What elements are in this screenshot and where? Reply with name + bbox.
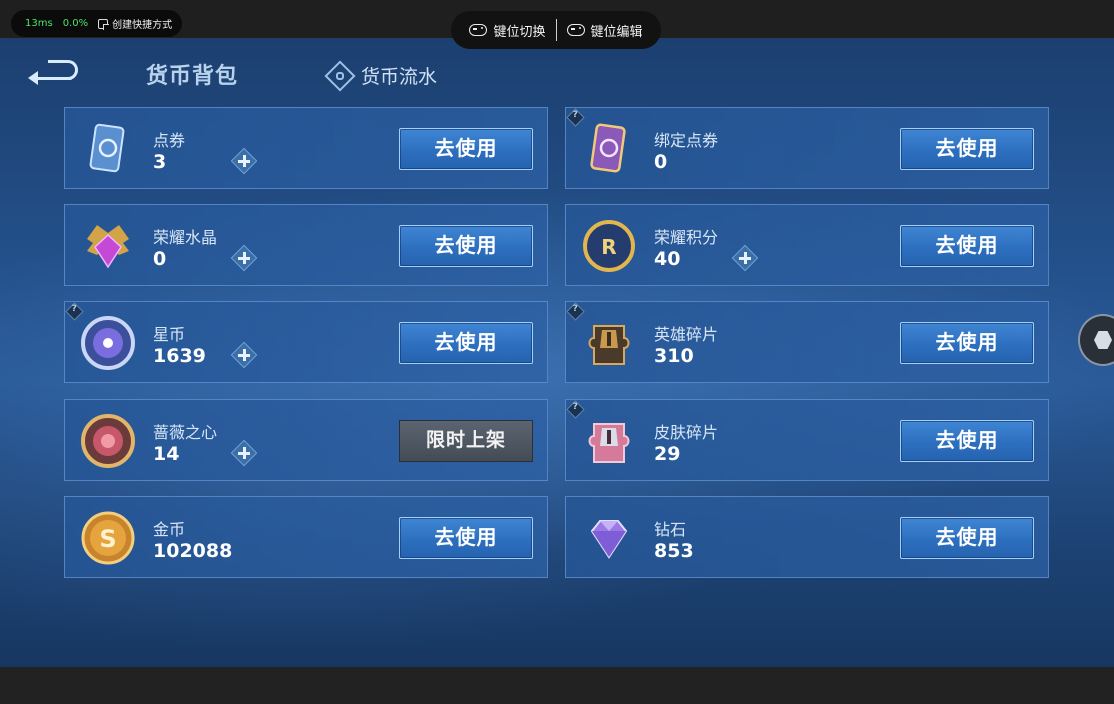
currency-card: 荣耀水晶 0 去使用: [64, 204, 548, 286]
key-edit-label: 键位编辑: [590, 24, 643, 40]
currency-name: 钻石: [654, 520, 687, 539]
back-button[interactable]: [28, 60, 86, 86]
currency-name: 星币: [153, 325, 186, 344]
side-settings-button[interactable]: [1078, 314, 1114, 366]
currency-amount: 40: [654, 248, 681, 270]
currency-card: ? 绑定点券 0 去使用: [565, 107, 1049, 189]
star-coin-icon: [79, 314, 137, 372]
currency-name: 皮肤碎片: [654, 423, 719, 442]
latency-readout: 13ms: [25, 18, 53, 29]
currency-amount: 0: [654, 151, 668, 173]
currency-amount: 29: [654, 443, 681, 465]
glory-points-icon: R: [580, 217, 638, 275]
diamond-icon: [580, 509, 638, 567]
currency-name: 绑定点券: [654, 131, 719, 150]
use-button[interactable]: 去使用: [399, 517, 533, 559]
use-button[interactable]: 去使用: [900, 420, 1034, 462]
coupon-card-icon: [79, 120, 137, 178]
currency-name: 蔷薇之心: [153, 423, 218, 442]
add-currency-button[interactable]: [230, 244, 258, 272]
emulator-bottom-bar: [0, 667, 1114, 704]
bound-coupon-card-icon: [580, 120, 638, 178]
create-shortcut-button[interactable]: 创建快捷方式: [98, 16, 172, 31]
tab-currency-backpack[interactable]: 货币背包: [146, 58, 238, 90]
currency-card: 钻石 853 去使用: [565, 496, 1049, 578]
currency-amount: 0: [153, 248, 167, 270]
key-switch-label: 键位切换: [493, 24, 546, 40]
limited-time-button[interactable]: 限时上架: [399, 420, 533, 462]
game-screen: 货币背包 货币流水 点券 3 去使用? 绑定点券 0 去使用 荣耀水晶 0 去使用 R 荣耀积分 40…: [0, 38, 1114, 667]
tab-currency-flow-label: 货币流水: [361, 66, 438, 88]
currency-name: 金币: [153, 520, 186, 539]
keymap-toolbar: 键位切换 键位编辑: [451, 11, 661, 49]
currency-amount: 1639: [153, 345, 206, 367]
use-button[interactable]: 去使用: [399, 322, 533, 364]
use-button[interactable]: 去使用: [900, 322, 1034, 364]
currency-card: 点券 3 去使用: [64, 107, 548, 189]
currency-amount: 3: [153, 151, 167, 173]
packet-loss-readout: 0.0%: [62, 18, 89, 29]
gamepad-icon: [566, 24, 585, 36]
currency-name: 荣耀水晶: [153, 228, 218, 247]
currency-card: S 金币 102088 去使用: [64, 496, 548, 578]
create-shortcut-label: 创建快捷方式: [112, 20, 173, 31]
hero-fragment-icon: [580, 314, 638, 372]
performance-indicator: 13ms 0.0% 创建快捷方式: [11, 10, 183, 37]
currency-flow-icon: [324, 59, 356, 92]
glory-crystal-icon: [79, 217, 137, 275]
currency-card: ? 星币 1639 去使用: [64, 301, 548, 383]
currency-amount: 853: [654, 540, 694, 562]
use-button[interactable]: 去使用: [900, 128, 1034, 170]
key-edit-button[interactable]: 键位编辑: [557, 21, 653, 40]
currency-card: ? 皮肤碎片 29 去使用: [565, 399, 1049, 481]
use-button[interactable]: 去使用: [900, 225, 1034, 267]
currency-amount: 14: [153, 443, 180, 465]
key-switch-button[interactable]: 键位切换: [459, 21, 555, 40]
gamepad-icon: [469, 24, 488, 36]
gold-coin-icon: S: [79, 509, 137, 567]
add-currency-button[interactable]: [230, 147, 258, 175]
tab-currency-flow[interactable]: 货币流水: [324, 59, 438, 92]
currency-amount: 310: [654, 345, 694, 367]
add-currency-button[interactable]: [230, 341, 258, 369]
svg-text:R: R: [601, 235, 616, 259]
svg-text:S: S: [99, 525, 116, 553]
use-button[interactable]: 去使用: [399, 128, 533, 170]
currency-card: R 荣耀积分 40 去使用: [565, 204, 1049, 286]
hexagon-icon: [1094, 331, 1112, 349]
add-currency-button[interactable]: [731, 244, 759, 272]
add-currency-button[interactable]: [230, 439, 258, 467]
currency-name: 荣耀积分: [654, 228, 719, 247]
currency-card: ? 英雄碎片 310 去使用: [565, 301, 1049, 383]
use-button[interactable]: 去使用: [399, 225, 533, 267]
currency-name: 英雄碎片: [654, 325, 719, 344]
skin-fragment-icon: [580, 412, 638, 470]
currency-amount: 102088: [153, 540, 233, 562]
rose-heart-icon: [79, 412, 137, 470]
currency-card: 蔷薇之心 14 限时上架: [64, 399, 548, 481]
shortcut-icon: [98, 18, 110, 30]
currency-name: 点券: [153, 131, 186, 150]
use-button[interactable]: 去使用: [900, 517, 1034, 559]
